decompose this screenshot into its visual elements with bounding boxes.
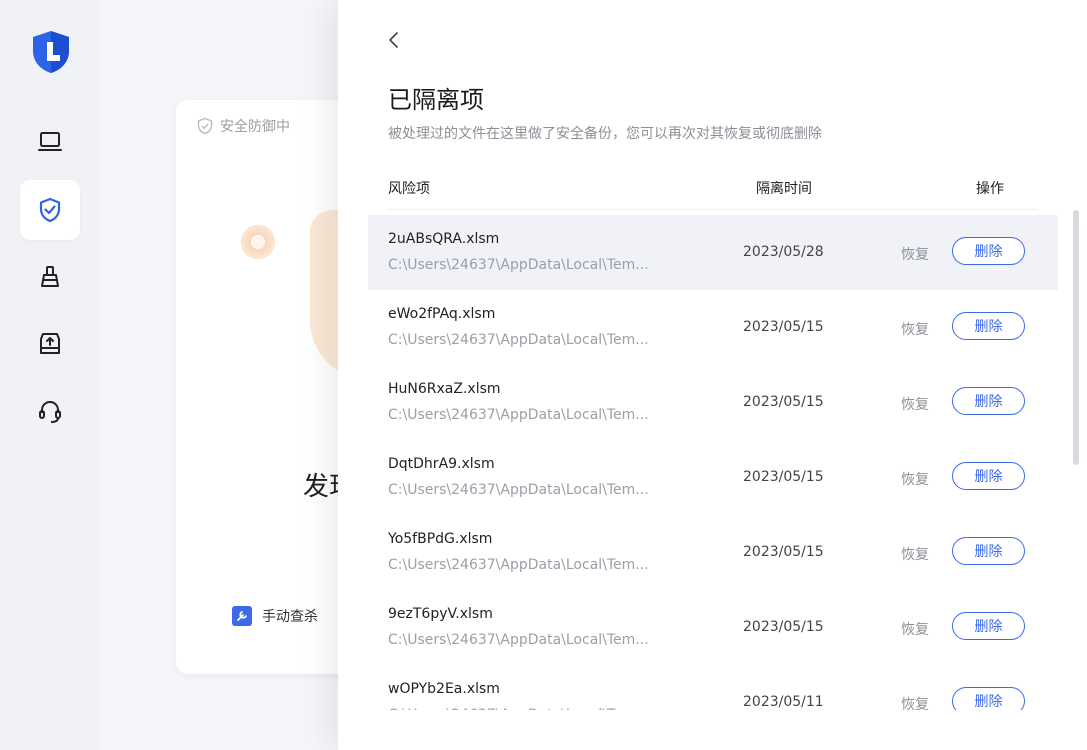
nav-item-protection[interactable] (20, 180, 80, 240)
file-name: HuN6RxaZ.xlsm (388, 381, 501, 397)
table-row[interactable]: 9ezT6pyV.xlsm C:\Users\24637\AppData\Loca… (368, 590, 1058, 665)
file-path: C:\Users\24637\AppData\Local\Tem... (388, 257, 649, 273)
manual-scan-label: 手动查杀 (262, 609, 318, 625)
file-path: C:\Users\24637\AppData\Local\Tem... (388, 632, 649, 648)
drive-upload-icon (40, 333, 60, 354)
file-name: wOPYb2Ea.xlsm (388, 681, 500, 697)
status-text: 安全防御中 (220, 119, 290, 135)
quarantine-date: 2023/05/15 (743, 469, 824, 485)
scrollbar[interactable] (1073, 210, 1079, 465)
delete-button[interactable]: 删除 (952, 387, 1025, 415)
delete-button[interactable]: 删除 (952, 237, 1025, 265)
quarantine-date: 2023/05/11 (743, 694, 824, 710)
quarantine-date: 2023/05/15 (743, 394, 824, 410)
protection-status: 安全防御中 (196, 116, 290, 136)
restore-button[interactable]: 恢复 (901, 319, 929, 339)
page-subtitle: 被处理过的文件在这里做了安全备份，您可以再次对其恢复或彻底删除 (388, 126, 822, 142)
column-header-risk: 风险项 (388, 181, 430, 197)
file-name: Yo5fBPdG.xlsm (388, 531, 493, 547)
page-title: 已隔离项 (388, 86, 484, 114)
file-path: C:\Users\24637\AppData\Local\Tem... (388, 707, 668, 710)
column-header-time: 隔离时间 (756, 181, 812, 197)
laptop-icon (38, 132, 62, 151)
file-name: 2uABsQRA.xlsm (388, 231, 500, 247)
file-path: C:\Users\24637\AppData\Local\Tem... (388, 332, 649, 348)
chevron-left-icon (389, 32, 398, 48)
table-row[interactable]: wOPYb2Ea.xlsm C:\Users\24637\AppData\Loca… (368, 665, 1058, 710)
file-path: C:\Users\24637\AppData\Local\Tem... (388, 557, 649, 573)
quarantine-date: 2023/05/15 (743, 544, 824, 560)
restore-button[interactable]: 恢复 (901, 544, 929, 564)
quarantine-list: 2uABsQRA.xlsm C:\Users\24637\AppData\Loca… (368, 215, 1058, 710)
shield-check-icon (197, 117, 213, 135)
delete-button[interactable]: 删除 (952, 537, 1025, 565)
restore-button[interactable]: 恢复 (901, 469, 929, 489)
broom-icon (41, 266, 59, 287)
delete-button[interactable]: 删除 (952, 687, 1025, 710)
nav-item-support[interactable] (20, 381, 80, 441)
quarantine-date: 2023/05/15 (743, 319, 824, 335)
restore-button[interactable]: 恢复 (901, 394, 929, 414)
restore-button[interactable]: 恢复 (901, 694, 929, 710)
sidebar (0, 0, 100, 750)
delete-button[interactable]: 删除 (952, 312, 1025, 340)
delete-button[interactable]: 删除 (952, 612, 1025, 640)
table-row[interactable]: eWo2fPAq.xlsm C:\Users\24637\AppData\Loca… (368, 290, 1058, 365)
gear-icon (238, 222, 278, 262)
table-row[interactable]: Yo5fBPdG.xlsm C:\Users\24637\AppData\Loca… (368, 515, 1058, 590)
quarantine-date: 2023/05/28 (743, 244, 824, 260)
headset-icon (39, 401, 61, 423)
restore-button[interactable]: 恢复 (901, 619, 929, 639)
wrench-icon (232, 606, 252, 626)
file-name: 9ezT6pyV.xlsm (388, 606, 493, 622)
file-name: eWo2fPAq.xlsm (388, 306, 496, 322)
table-row[interactable]: DqtDhrA9.xlsm C:\Users\24637\AppData\Loca… (368, 440, 1058, 515)
restore-button[interactable]: 恢复 (901, 244, 929, 264)
back-button[interactable] (386, 30, 404, 50)
shield-check-icon (39, 197, 61, 223)
nav-item-drive[interactable] (20, 314, 80, 374)
column-header-action: 操作 (976, 181, 1004, 197)
shield-logo-icon (30, 30, 72, 74)
delete-button[interactable]: 删除 (952, 462, 1025, 490)
manual-scan-button[interactable]: 手动查杀 (232, 606, 318, 626)
table-row[interactable]: 2uABsQRA.xlsm C:\Users\24637\AppData\Loca… (368, 215, 1058, 290)
header-divider (388, 209, 1038, 210)
quarantine-date: 2023/05/15 (743, 619, 824, 635)
nav-item-cleanup[interactable] (20, 247, 80, 307)
table-row[interactable]: HuN6RxaZ.xlsm C:\Users\24637\AppData\Loca… (368, 365, 1058, 440)
file-path: C:\Users\24637\AppData\Local\Tem... (388, 407, 649, 423)
file-path: C:\Users\24637\AppData\Local\Tem... (388, 482, 649, 498)
file-name: DqtDhrA9.xlsm (388, 456, 495, 472)
nav-item-device[interactable] (20, 112, 80, 172)
